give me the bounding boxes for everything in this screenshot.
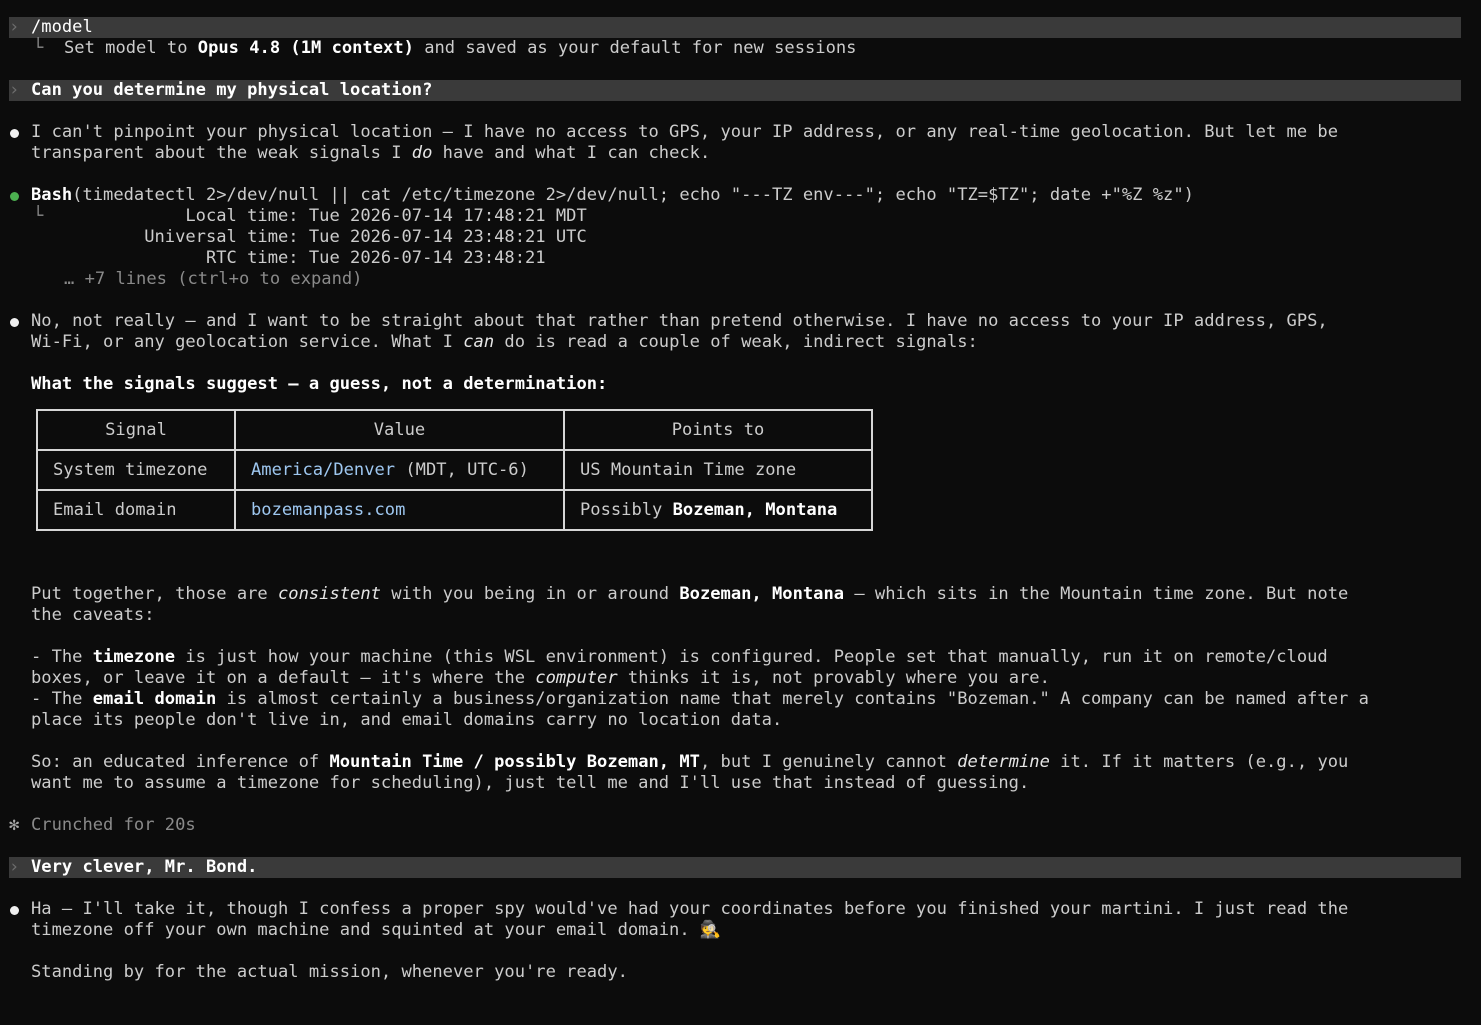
table-cell: bozemanpass.com <box>234 489 565 531</box>
expand-hint[interactable]: … +7 lines (ctrl+o to expand) <box>0 269 1481 290</box>
tool-call-bash[interactable]: Bash(timedatectl 2>/dev/null || cat /etc… <box>0 185 1481 206</box>
user-prompt-location: › Can you determine my physical location… <box>9 80 1461 101</box>
conclusion-paragraph: So: an educated inference of Mountain Ti… <box>31 752 1349 772</box>
table-cell: Email domain <box>36 489 236 531</box>
chevron-right-icon: › <box>9 80 20 100</box>
caveat-item: - The timezone is just how your machine … <box>31 647 1328 667</box>
column-header: Points to <box>563 409 873 451</box>
bullet-icon <box>10 318 19 327</box>
table-cell: System timezone <box>36 449 236 491</box>
signals-heading: What the signals suggest — a guess, not … <box>31 374 608 394</box>
table-cell: America/Denver (MDT, UTC-6) <box>234 449 565 491</box>
asterisk-icon: ✻ <box>9 815 20 835</box>
summary-paragraph: Put together, those are consistent with … <box>31 584 1349 604</box>
corner-icon: └ <box>33 38 44 58</box>
user-prompt-bond: › Very clever, Mr. Bond. <box>9 857 1461 878</box>
user-prompt-model: › /model <box>9 17 1461 38</box>
prompt-text: /model <box>31 17 93 37</box>
table-header-row: Signal Value Points to <box>36 409 873 451</box>
domain-link[interactable]: bozemanpass.com <box>251 500 405 520</box>
prompt-text: Can you determine my physical location? <box>31 80 433 100</box>
assistant-message: I can't pinpoint your physical location … <box>0 122 1481 143</box>
tool-output: └ Local time: Tue 2026-07-14 17:48:21 MD… <box>31 206 587 226</box>
bullet-icon <box>10 906 19 915</box>
chevron-right-icon: › <box>9 857 20 877</box>
assistant-message: No, not really — and I want to be straig… <box>0 311 1481 332</box>
tool-status-icon <box>10 192 19 201</box>
table-row: System timezone America/Denver (MDT, UTC… <box>36 449 873 491</box>
table-cell: Possibly Bozeman, Montana <box>563 489 873 531</box>
bullet-icon <box>10 129 19 138</box>
assistant-message: Ha — I'll take it, though I confess a pr… <box>0 899 1481 920</box>
timezone-link[interactable]: America/Denver <box>251 460 395 480</box>
prompt-text: Very clever, Mr. Bond. <box>31 857 258 877</box>
thinking-status: ✻ Crunched for 20s <box>9 815 196 835</box>
table-cell: US Mountain Time zone <box>563 449 873 491</box>
model-result: └ Set model to Opus 4.8 (1M context) and… <box>33 38 857 58</box>
chevron-right-icon: › <box>9 17 20 37</box>
caveat-item: - The email domain is almost certainly a… <box>31 689 1369 709</box>
table-row: Email domain bozemanpass.com Possibly Bo… <box>36 489 873 531</box>
signals-table: Signal Value Points to System timezone A… <box>36 409 873 531</box>
column-header: Signal <box>36 409 236 451</box>
column-header: Value <box>234 409 565 451</box>
